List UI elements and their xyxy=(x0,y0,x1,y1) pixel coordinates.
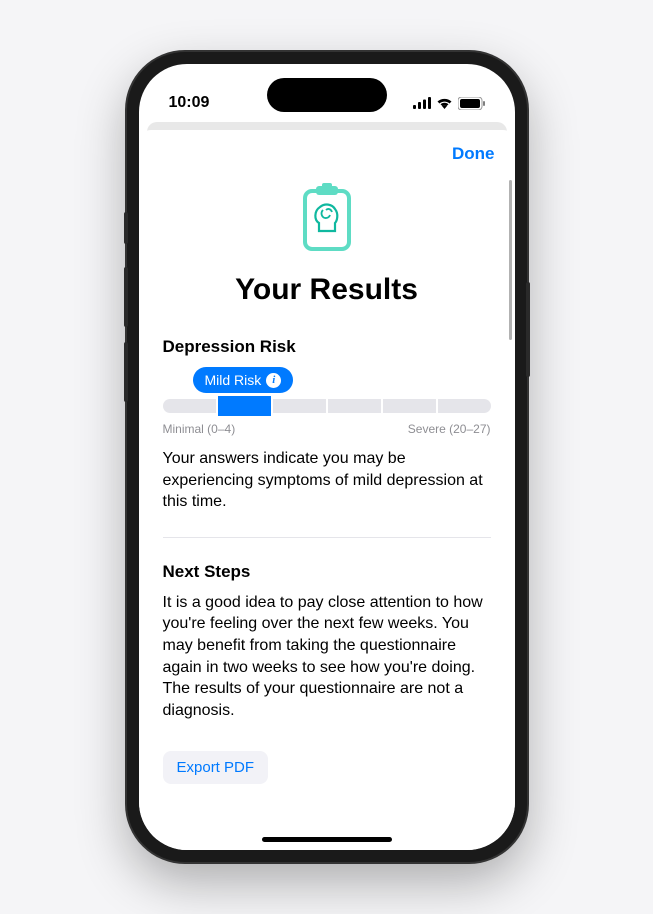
page-title: Your Results xyxy=(163,273,491,307)
cellular-signal-icon xyxy=(413,97,431,109)
volume-down-button xyxy=(124,342,128,402)
home-indicator[interactable] xyxy=(262,837,392,842)
status-time: 10:09 xyxy=(169,94,210,112)
scroll-indicator[interactable] xyxy=(509,180,512,340)
silent-switch xyxy=(124,212,128,244)
scale-min-label: Minimal (0–4) xyxy=(163,422,236,436)
scale-segment-1 xyxy=(218,396,271,416)
dynamic-island xyxy=(267,78,387,112)
done-button[interactable]: Done xyxy=(452,144,495,164)
wifi-icon xyxy=(436,97,453,109)
scale-segment-3 xyxy=(328,399,381,413)
power-button xyxy=(526,282,530,377)
scale-segment-4 xyxy=(383,399,436,413)
volume-up-button xyxy=(124,267,128,327)
modal-content: Your Results Depression Risk Mild Risk i xyxy=(139,183,515,784)
risk-badge-label: Mild Risk xyxy=(205,372,262,388)
battery-icon xyxy=(458,97,485,110)
next-steps-title: Next Steps xyxy=(163,562,491,582)
export-pdf-button[interactable]: Export PDF xyxy=(163,751,269,784)
results-modal: Done Your Results Depression Risk xyxy=(139,130,515,850)
status-icons xyxy=(413,97,485,110)
scale-segment-0 xyxy=(163,399,216,413)
info-icon[interactable]: i xyxy=(266,373,281,388)
scale-segment-2 xyxy=(273,399,326,413)
screen: 10:09 Done xyxy=(139,64,515,850)
risk-badge-row: Mild Risk i xyxy=(163,367,491,399)
next-steps-body: It is a good idea to pay close attention… xyxy=(163,592,491,722)
risk-scale xyxy=(163,399,491,416)
risk-badge[interactable]: Mild Risk i xyxy=(193,367,294,393)
scale-segment-5 xyxy=(438,399,491,413)
modal-header: Done xyxy=(139,130,515,178)
risk-description: Your answers indicate you may be experie… xyxy=(163,448,491,513)
scale-labels: Minimal (0–4) Severe (20–27) xyxy=(163,422,491,436)
clipboard-brain-icon xyxy=(163,183,491,253)
scale-max-label: Severe (20–27) xyxy=(408,422,491,436)
phone-frame: 10:09 Done xyxy=(127,52,527,862)
risk-section-title: Depression Risk xyxy=(163,337,491,357)
divider xyxy=(163,537,491,538)
